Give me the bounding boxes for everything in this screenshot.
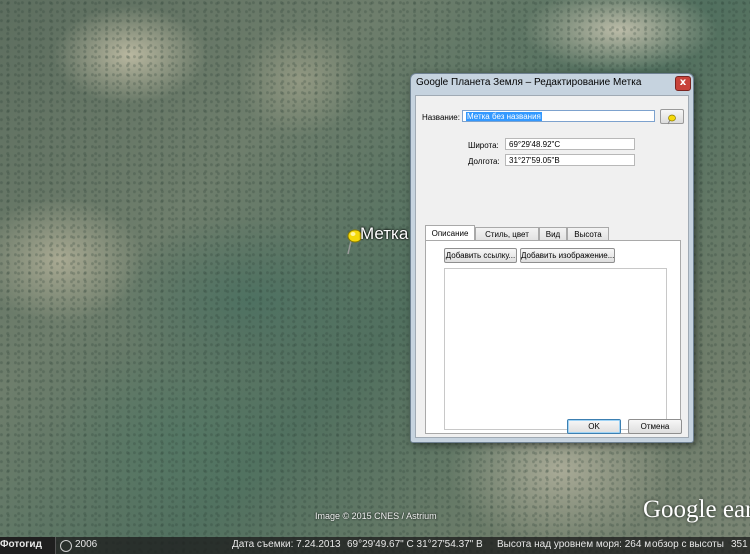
longitude-input[interactable]: 31°27'59.05"В	[505, 154, 635, 166]
tab-description[interactable]: Описание	[425, 225, 475, 241]
tab-style-color[interactable]: Стиль, цвет	[475, 227, 539, 240]
historical-imagery-clock-icon[interactable]	[60, 540, 72, 552]
google-earth-logo: Google earth	[643, 496, 750, 523]
placemark-icon-button[interactable]	[660, 109, 684, 125]
name-input-value: Метка без названия	[466, 112, 542, 121]
eye-altitude-value: 351	[731, 539, 748, 550]
add-link-button[interactable]: Добавить ссылку...	[444, 248, 517, 263]
latitude-label: Широта:	[468, 141, 499, 150]
imagery-year: 2006	[75, 539, 98, 550]
cancel-button[interactable]: Отмена	[628, 419, 682, 434]
longitude-label: Долгота:	[468, 157, 500, 166]
edit-placemark-dialog: Google Планета Земля – Редактирование Ме…	[410, 73, 694, 443]
pushpin-icon	[667, 114, 676, 125]
add-image-button[interactable]: Добавить изображение...	[520, 248, 615, 263]
eye-altitude-label: обзор с высоты	[652, 539, 724, 550]
imagery-credit: Image © 2015 CNES / Astrium	[315, 511, 437, 521]
placemark-label[interactable]: Метка	[360, 224, 408, 244]
photo-tour-button[interactable]: Фотогид	[0, 537, 56, 554]
description-textarea[interactable]	[444, 268, 667, 430]
dialog-client-area: Название: Метка без названия Широта: 69°…	[415, 95, 689, 438]
name-input[interactable]: Метка без названия	[462, 110, 655, 122]
close-button[interactable]: x	[675, 76, 691, 91]
tab-view[interactable]: Вид	[539, 227, 567, 240]
pointer-coordinates: 69°29'49.67" С 31°27'54.37" В	[347, 539, 483, 550]
imagery-date: Дата съемки: 7.24.2013	[232, 539, 341, 550]
status-bar: Фотогид 2006 Дата съемки: 7.24.2013 69°2…	[0, 537, 750, 554]
elevation-readout: Высота над уровнем моря: 264 м	[497, 539, 652, 550]
photo-tour-label: Фотогид	[0, 539, 42, 550]
description-panel: Добавить ссылку... Добавить изображение.…	[425, 240, 681, 434]
dialog-titlebar[interactable]: Google Планета Земля – Редактирование Ме…	[411, 74, 693, 94]
ok-button[interactable]: OK	[567, 419, 621, 434]
tab-altitude[interactable]: Высота	[567, 227, 609, 240]
name-label: Название:	[422, 113, 460, 122]
latitude-input[interactable]: 69°29'48.92"С	[505, 138, 635, 150]
dialog-title: Google Планета Земля – Редактирование Ме…	[416, 77, 642, 88]
